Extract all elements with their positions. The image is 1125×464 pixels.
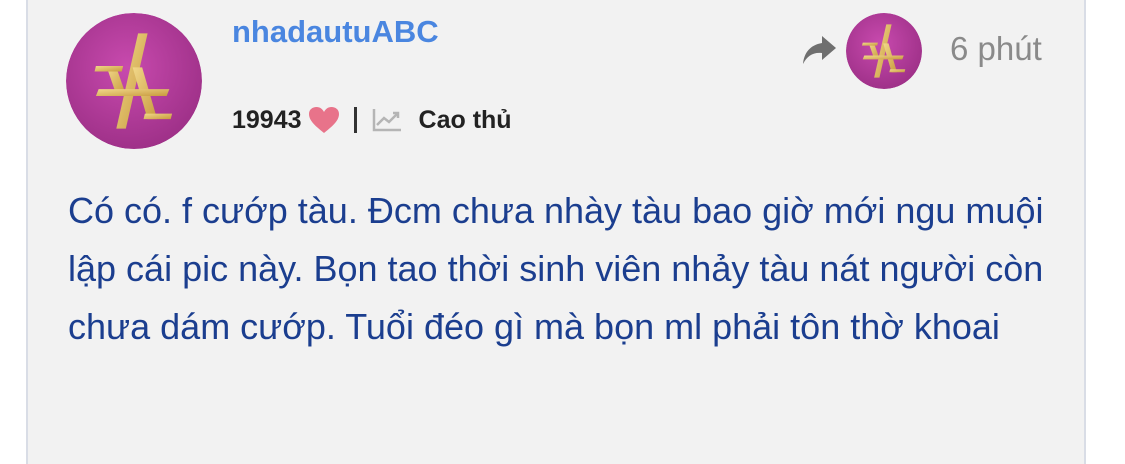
user-avatar[interactable] — [66, 13, 202, 149]
user-stats: 19943 Cao thủ — [232, 102, 512, 138]
share-arrow-icon[interactable] — [800, 33, 838, 67]
reputation-score: 19943 — [232, 105, 302, 134]
user-rank: Cao thủ — [418, 105, 512, 134]
comment-text: Có có. f cướp tàu. Đcm chưa nhày tàu bao… — [68, 190, 1044, 347]
username-link[interactable]: nhadautuABC — [232, 14, 439, 50]
post-timestamp: 6 phút — [950, 30, 1042, 67]
heart-icon — [308, 107, 339, 133]
page-margin — [1086, 0, 1125, 464]
trend-chart-icon — [372, 109, 401, 132]
quoted-user-avatar[interactable] — [846, 13, 922, 89]
stats-divider — [353, 107, 357, 133]
